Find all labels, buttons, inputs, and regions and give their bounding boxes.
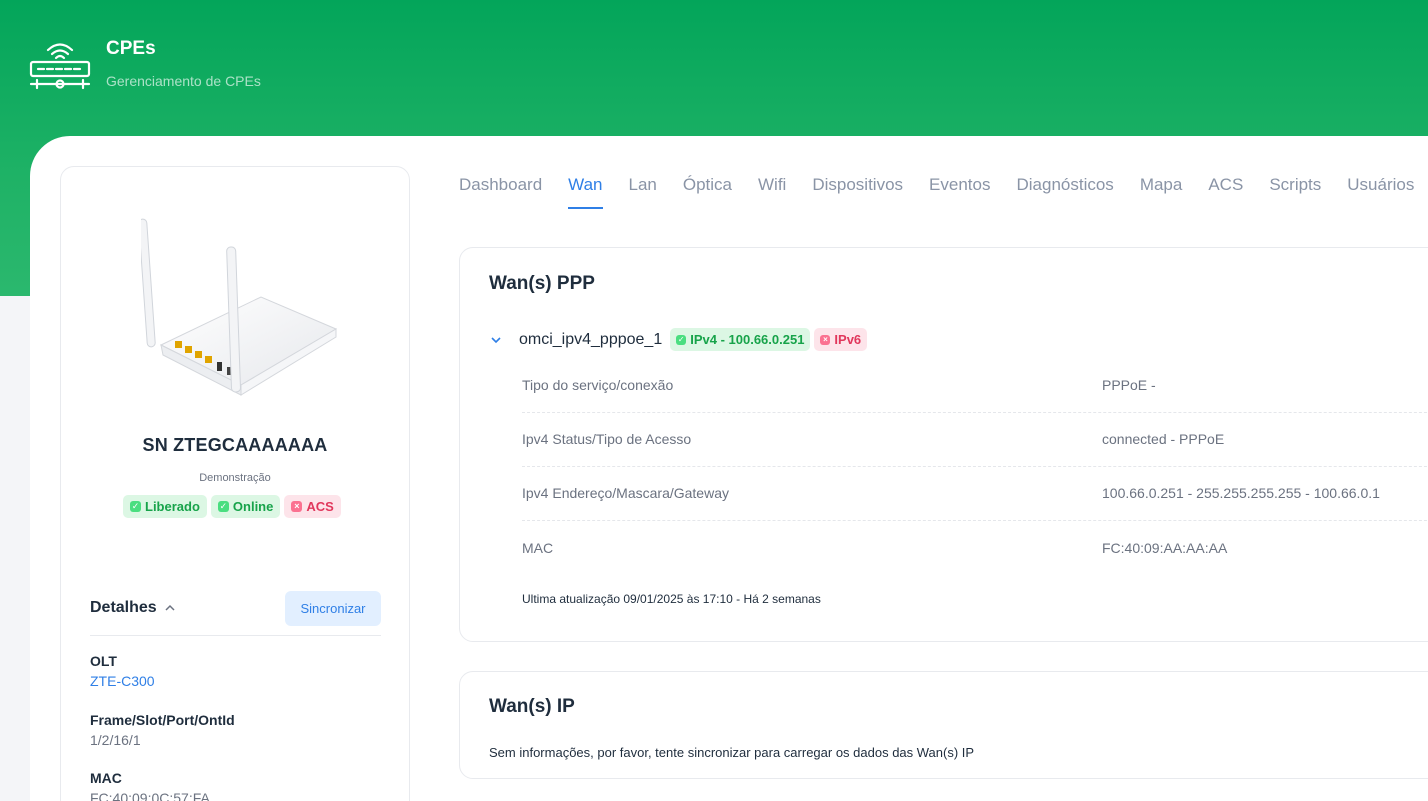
x-icon: × — [291, 501, 303, 512]
tab-scripts[interactable]: Scripts — [1269, 175, 1321, 209]
wan-ip-empty-message: Sem informações, por favor, tente sincro… — [489, 745, 975, 760]
device-card: SN ZTEGCAAAAAAA Demonstração ✓ Liberado ✓… — [60, 166, 410, 801]
tab-acs[interactable]: ACS — [1208, 175, 1243, 209]
device-status-badges: ✓ Liberado ✓ Online × ACS — [123, 495, 341, 518]
chevron-up-icon — [165, 604, 175, 611]
detail-value: FC:40:09:0C:57:FA — [90, 790, 210, 801]
wan-ppp-card: Wan(s) PPP omci_ipv4_pppoe_1 ✓ IPv4 - 100… — [459, 247, 1428, 642]
detail-mac: MAC FC:40:09:0C:57:FA — [90, 770, 210, 801]
chevron-down-icon[interactable] — [489, 333, 503, 347]
kv-value: 100.66.0.251 - 255.255.255.255 - 100.66.… — [1102, 485, 1380, 501]
last-updated: Ultima atualização 09/01/2025 às 17:10 -… — [522, 592, 821, 606]
x-icon: × — [820, 334, 831, 345]
kv-row: Tipo do serviço/conexão PPPoE - — [522, 359, 1428, 413]
tab-eventos[interactable]: Eventos — [929, 175, 990, 209]
sync-button[interactable]: Sincronizar — [285, 591, 381, 626]
status-badge-acs: × ACS — [284, 495, 341, 518]
status-badge-online: ✓ Online — [210, 495, 281, 518]
tab-usuarios[interactable]: Usuários — [1347, 175, 1414, 209]
tab-dashboard[interactable]: Dashboard — [459, 175, 542, 209]
kv-key: Ipv4 Endereço/Mascara/Gateway — [522, 485, 729, 501]
router-icon — [29, 43, 91, 90]
wan-ppp-title: Wan(s) PPP — [489, 273, 595, 294]
app-subtitle: Gerenciamento de CPEs — [106, 73, 261, 89]
tab-optica[interactable]: Óptica — [683, 175, 732, 209]
tab-bar: Dashboard Wan Lan Óptica Wifi Dispositiv… — [459, 175, 1428, 209]
kv-row: Ipv4 Endereço/Mascara/Gateway 100.66.0.2… — [522, 467, 1428, 521]
details-toggle[interactable]: Detalhes — [90, 599, 175, 617]
detail-label: MAC — [90, 770, 122, 786]
kv-value: connected - PPPoE — [1102, 431, 1225, 447]
router-image — [141, 218, 338, 396]
app-title: CPEs — [106, 38, 156, 59]
olt-link[interactable]: ZTE-C300 — [90, 673, 155, 689]
detail-olt: OLT ZTE-C300 — [90, 653, 155, 689]
wan-ip-card: Wan(s) IP Sem informações, por favor, te… — [459, 671, 1428, 779]
check-icon: ✓ — [217, 501, 229, 512]
device-serial: SN ZTEGCAAAAAAA — [142, 435, 328, 455]
detail-value: 1/2/16/1 — [90, 732, 141, 748]
divider — [90, 635, 381, 636]
tab-diagnosticos[interactable]: Diagnósticos — [1016, 175, 1113, 209]
status-badge-liberado: ✓ Liberado — [123, 495, 207, 518]
wan-ip-title: Wan(s) IP — [489, 696, 575, 717]
tab-mapa[interactable]: Mapa — [1140, 175, 1183, 209]
detail-label: OLT — [90, 653, 117, 669]
ipv6-badge: × IPv6 — [814, 328, 868, 351]
check-icon: ✓ — [676, 334, 687, 345]
tab-dispositivos[interactable]: Dispositivos — [812, 175, 903, 209]
tab-lan[interactable]: Lan — [629, 175, 657, 209]
kv-key: Tipo do serviço/conexão — [522, 377, 674, 393]
details-title: Detalhes — [90, 599, 157, 616]
kv-key: MAC — [522, 540, 554, 556]
wan-connection-header[interactable]: omci_ipv4_pppoe_1 ✓ IPv4 - 100.66.0.251 ×… — [489, 328, 868, 351]
kv-row: Ipv4 Status/Tipo de Acesso connected - P… — [522, 413, 1428, 467]
kv-value: FC:40:09:AA:AA:AA — [1102, 540, 1228, 556]
detail-frame-slot: Frame/Slot/Port/OntId 1/2/16/1 — [90, 712, 235, 748]
check-icon: ✓ — [130, 501, 141, 512]
detail-label: Frame/Slot/Port/OntId — [90, 712, 235, 728]
kv-value: PPPoE - — [1102, 377, 1156, 393]
ipv4-badge: ✓ IPv4 - 100.66.0.251 — [670, 328, 811, 351]
tab-wifi[interactable]: Wifi — [758, 175, 786, 209]
kv-row: MAC FC:40:09:AA:AA:AA — [522, 522, 1428, 576]
tab-wan[interactable]: Wan — [568, 175, 603, 209]
device-mode: Demonstração — [199, 472, 271, 484]
kv-key: Ipv4 Status/Tipo de Acesso — [522, 431, 692, 447]
connection-name: omci_ipv4_pppoe_1 — [519, 330, 663, 348]
